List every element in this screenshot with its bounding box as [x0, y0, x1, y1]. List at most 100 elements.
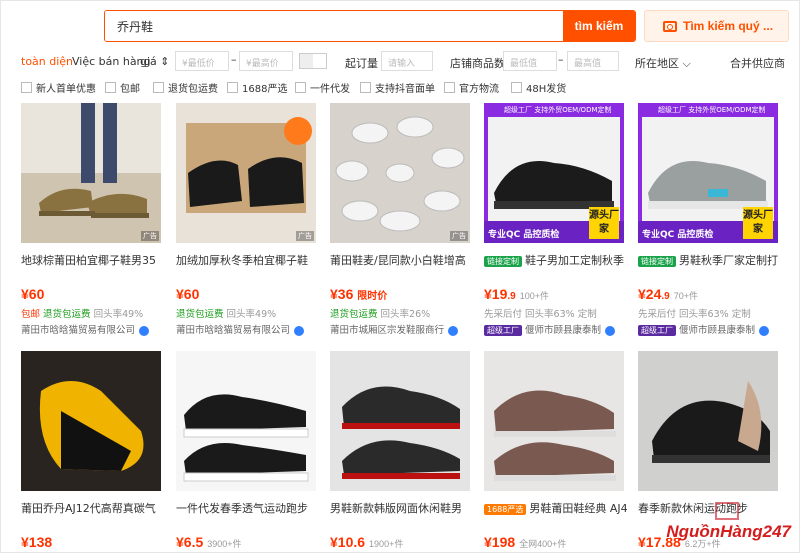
product-title[interactable]: 加绒加厚秋冬季柏宜椰子鞋 — [176, 252, 324, 268]
price-value: 138 — [28, 534, 53, 550]
product-image[interactable]: 广告 — [330, 103, 470, 243]
product-card[interactable]: 超级工厂 支持外贸OEM/ODM定制 专业QC 品控质检 源头厂家 链接定制 鞋子… — [484, 103, 624, 336]
product-card[interactable]: 莆田乔丹AJ12代高帮真碳气 ¥138 — [21, 351, 161, 550]
checkbox-icon[interactable] — [21, 82, 32, 93]
check-label: 48H发货 — [526, 84, 567, 95]
product-card[interactable]: 春季新款休闲运动跑步 ¥17.88 6.2万+件 — [638, 351, 778, 550]
ad-label: 广告 — [296, 231, 314, 241]
view-toggle-icon[interactable] — [299, 53, 327, 69]
shoe-illustration — [652, 381, 770, 463]
search-button[interactable]: tìm kiếm — [563, 11, 635, 41]
product-image[interactable] — [484, 351, 624, 491]
moq-input[interactable]: 请输入 — [381, 51, 433, 71]
price-max-input[interactable]: ¥最高价 — [239, 51, 293, 71]
checkbox-icon[interactable] — [360, 82, 371, 93]
custom-tag: 链接定制 — [484, 256, 522, 267]
store-name[interactable]: 莆田市晗晗猫贸易有限公司 — [21, 322, 166, 336]
check-label: 1688严选 — [242, 84, 288, 95]
store-name[interactable]: 超级工厂 偃师市顾县康泰制 — [638, 322, 783, 336]
checkbox-icon[interactable] — [105, 82, 116, 93]
product-title[interactable]: 1688严选 男鞋莆田鞋经典 AJ4 — [484, 500, 632, 516]
product-title[interactable]: 莆田鞋麦/昆同款小白鞋增高 — [330, 252, 478, 268]
checkbox-icon[interactable] — [511, 82, 522, 93]
moq-label: 起订量 — [345, 57, 378, 70]
region-dropdown[interactable]: 所在地区 ⌵ — [635, 55, 691, 71]
product-image[interactable]: 超级工厂 支持外贸OEM/ODM定制 专业QC 品控质检 源头厂家 — [484, 103, 624, 243]
merge-supplier[interactable]: 合并供应商 — [730, 55, 785, 71]
product-image[interactable] — [21, 351, 161, 491]
shoe-illustration — [186, 117, 312, 213]
product-image[interactable]: 广告 — [176, 103, 316, 243]
store-min-input[interactable]: 最低值 — [503, 51, 557, 71]
store-name[interactable]: 莆田市城厢区宗发鞋服商行 — [330, 322, 475, 336]
product-image[interactable]: 超级工厂 支持外贸OEM/ODM定制 专业QC 品控质检 源头厂家 — [638, 103, 778, 243]
check-return-freight[interactable]: 退货包运费 — [153, 80, 218, 95]
custom-tag: 链接定制 — [638, 256, 676, 267]
check-new-user[interactable]: 新人首单优惠 — [21, 80, 96, 95]
product-title[interactable]: 地球棕莆田柏宜椰子鞋男35 — [21, 252, 169, 268]
product-title[interactable]: 一件代发春季透气运动跑步 — [176, 500, 324, 516]
check-douyin[interactable]: 支持抖音面单 — [360, 80, 435, 95]
product-meta: 退货包运费 回头率26% — [330, 306, 430, 320]
checkbox-icon[interactable] — [153, 82, 164, 93]
store-max-input[interactable]: 最高值 — [567, 51, 619, 71]
product-image[interactable] — [330, 351, 470, 491]
check-48h[interactable]: 48H发货 — [511, 80, 566, 95]
price-value: 60 — [28, 286, 45, 302]
image-search-button[interactable]: Tìm kiếm quý ... — [644, 10, 789, 42]
price-value: 6.5 — [183, 534, 204, 550]
shoe-illustration — [183, 394, 309, 482]
select-tag: 1688严选 — [484, 504, 527, 515]
check-free-shipping[interactable]: 包邮 — [105, 80, 140, 95]
product-card[interactable]: 广告 地球棕莆田柏宜椰子鞋男35 ¥60 包邮 退货包运费 回头率49% 莆田市… — [21, 103, 161, 336]
product-title[interactable]: 链接定制 男鞋秋季厂家定制打 — [638, 252, 786, 268]
store-name[interactable]: 莆田市晗晗猫贸易有限公司 — [176, 322, 321, 336]
sort-overall[interactable]: toàn diện — [21, 55, 73, 68]
product-title[interactable]: 链接定制 鞋子男加工定制秋季 — [484, 252, 632, 268]
checkbox-filters: 新人首单优惠 包邮 退货包运费 1688严选 一件代发 支持抖音面单 官方物流 … — [1, 79, 799, 95]
product-card[interactable]: 广告 加绒加厚秋冬季柏宜椰子鞋 ¥60 退货包运费 回头率49% 莆田市晗晗猫贸… — [176, 103, 316, 336]
custom-label: 定制 — [731, 309, 751, 320]
product-card[interactable]: 1688严选 男鞋莆田鞋经典 AJ4 ¥198 全网400+件 — [484, 351, 628, 550]
product-card[interactable]: 男鞋新款韩版网面休闲鞋男 ¥10.6 1900+件 — [330, 351, 470, 550]
check-dropship[interactable]: 一件代发 — [295, 80, 350, 95]
search-bar: tìm kiếm — [104, 10, 636, 42]
product-title[interactable]: 男鞋新款韩版网面休闲鞋男 — [330, 500, 478, 516]
checkbox-icon[interactable] — [295, 82, 306, 93]
search-input[interactable] — [105, 11, 563, 41]
price-min-input[interactable]: ¥最低价 — [175, 51, 229, 71]
custom-label: 定制 — [577, 309, 597, 320]
sort-price[interactable]: giá ⇕ — [140, 55, 170, 68]
product-title[interactable]: 春季新款休闲运动跑步 — [638, 500, 786, 516]
sold-count: 1900+件 — [369, 539, 404, 549]
return-freight: 退货包运费 — [330, 309, 378, 320]
title-text: 男鞋莆田鞋经典 AJ4 — [529, 502, 628, 515]
product-price: ¥6.5 3900+件 — [176, 534, 242, 550]
product-image[interactable]: 广告 — [21, 103, 161, 243]
price-suffix: 限时价 — [357, 291, 388, 302]
product-card[interactable]: 广告 莆田鞋麦/昆同款小白鞋增高 ¥36 限时价 退货包运费 回头率26% 莆田… — [330, 103, 470, 336]
sort-service[interactable]: Việc bán hàng — [72, 55, 151, 68]
product-card[interactable]: 一件代发春季透气运动跑步 ¥6.5 3900+件 — [176, 351, 316, 550]
product-image[interactable] — [638, 351, 778, 491]
qc-label: 专业QC 品控质检 — [642, 230, 714, 240]
product-card[interactable]: 超级工厂 支持外贸OEM/ODM定制 专业QC 品控质检 源头厂家 链接定制 男鞋… — [638, 103, 778, 336]
check-1688-select[interactable]: 1688严选 — [227, 80, 287, 95]
price-value: 19 — [491, 286, 508, 302]
store-label: 偃师市顾县康泰制 — [525, 325, 602, 336]
product-price: ¥19.9 100+件 — [484, 286, 549, 302]
price-decimal: .9 — [661, 291, 670, 302]
repurchase-rate: 回头率63% — [525, 309, 575, 320]
product-meta: 包邮 退货包运费 回头率49% — [21, 306, 143, 320]
product-image[interactable] — [176, 351, 316, 491]
product-title[interactable]: 莆田乔丹AJ12代高帮真碳气 — [21, 500, 169, 516]
product-meta: 退货包运费 回头率49% — [176, 306, 276, 320]
repurchase-rate: 回头率49% — [93, 309, 144, 320]
checkbox-icon[interactable] — [227, 82, 238, 93]
title-text: 鞋子男加工定制秋季 — [525, 254, 624, 267]
repurchase-rate: 回头率26% — [380, 309, 431, 320]
price-value: 60 — [183, 286, 200, 302]
check-official-logistics[interactable]: 官方物流 — [444, 80, 499, 95]
checkbox-icon[interactable] — [444, 82, 455, 93]
store-name[interactable]: 超级工厂 偃师市顾县康泰制 — [484, 322, 629, 336]
